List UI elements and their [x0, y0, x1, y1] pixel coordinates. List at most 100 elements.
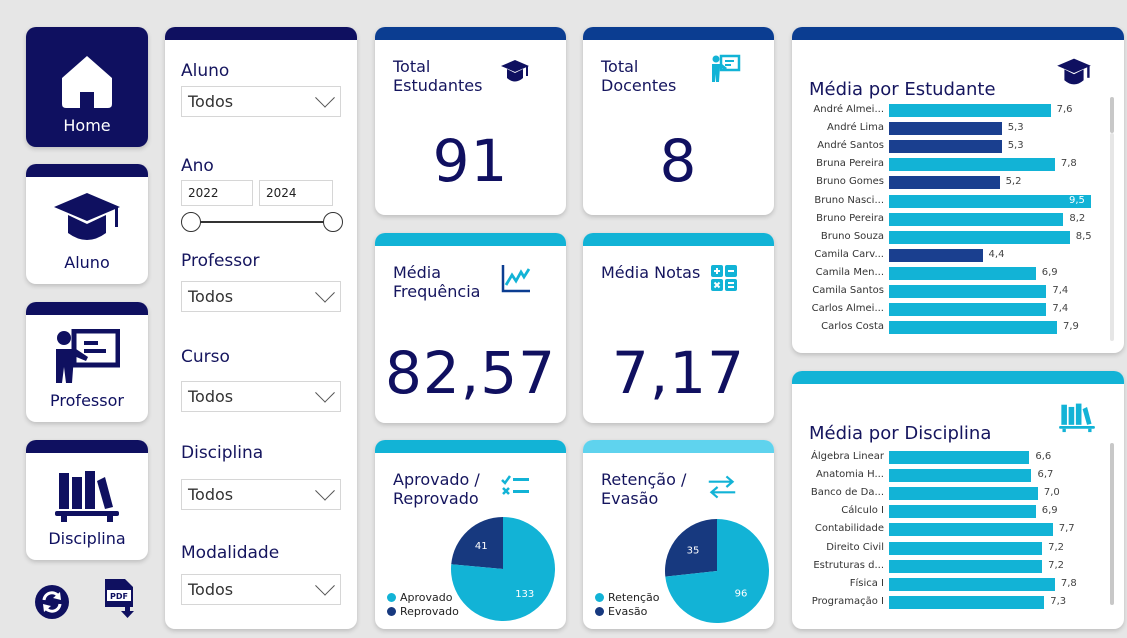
calculator-icon [711, 265, 737, 291]
chevron-down-icon [315, 382, 335, 403]
bar-category-label: André Santos [817, 140, 884, 152]
bar[interactable] [889, 541, 1043, 555]
bar[interactable] [889, 140, 1002, 154]
bar[interactable] [889, 451, 1030, 464]
bar-row[interactable]: Física I 7,8 [792, 575, 1102, 593]
bar-row[interactable]: André Lima 5,3 [792, 119, 1102, 137]
bar[interactable] [889, 523, 1053, 537]
bar-row[interactable]: André Santos 5,3 [792, 137, 1102, 155]
filter-disciplina-label: Disciplina [181, 443, 264, 463]
retencao-evasao-card: Retenção / Evasão 35 96 Retenção Evasão [583, 440, 774, 629]
pie-title: Retenção / Evasão [601, 470, 687, 508]
slider-handle-start[interactable] [181, 212, 201, 232]
nav-disciplina-label: Disciplina [48, 529, 126, 548]
bar-row[interactable]: Banco de Da... 7,0 [792, 484, 1102, 502]
slider-handle-end[interactable] [323, 212, 343, 232]
bar-value-label: 7,2 [1048, 541, 1064, 553]
bar[interactable] [889, 505, 1036, 519]
bar-value-label: 7,3 [1050, 595, 1067, 607]
aprovado-reprovado-card: Aprovado / Reprovado 41 133 Aprovado Repr… [375, 440, 566, 629]
bar-row[interactable]: Bruno Souza 8,5 [792, 228, 1102, 246]
bar-category-label: Contabilidade [814, 523, 884, 535]
pie-legend: Aprovado Reprovado [387, 590, 459, 618]
legend-retencao: Retenção [608, 590, 660, 604]
scrollbar-thumb[interactable] [1110, 443, 1114, 605]
bar-row[interactable]: Carlos Almei... 7,4 [792, 300, 1102, 318]
bar[interactable] [889, 285, 1047, 298]
bar-row[interactable]: Camila Men... 6,9 [792, 264, 1102, 282]
bar-category-label: Bruno Gomes [816, 176, 884, 188]
filter-curso-dropdown[interactable]: Todos [181, 381, 341, 412]
bar-row[interactable]: Bruno Nasci... 9,5 [792, 192, 1102, 210]
filter-modalidade-dropdown[interactable]: Todos [181, 574, 341, 605]
bar[interactable] [889, 266, 1036, 280]
bar[interactable] [889, 577, 1055, 591]
bar-row[interactable]: Carlos Costa 7,9 [792, 318, 1102, 336]
pie-legend: Retenção Evasão [595, 590, 660, 618]
bar[interactable] [889, 230, 1070, 244]
bar[interactable] [889, 321, 1057, 335]
filter-professor-dropdown[interactable]: Todos [181, 281, 341, 312]
bar[interactable] [889, 595, 1045, 609]
bar-row[interactable]: André Almei... 7,6 [792, 101, 1102, 119]
kpi-value: 82,57 [384, 339, 557, 407]
bar-category-label: Bruno Nasci... [814, 194, 884, 206]
bar-value-label: 6,9 [1041, 266, 1058, 278]
nav-aluno-button[interactable]: Aluno [26, 164, 148, 284]
refresh-icon [35, 585, 69, 619]
refresh-button[interactable] [32, 582, 72, 622]
export-pdf-button[interactable]: PDF [100, 578, 140, 618]
nav-aluno-label: Aluno [64, 253, 110, 272]
bar[interactable] [889, 212, 1064, 226]
bar[interactable] [889, 176, 1000, 190]
filter-aluno-dropdown[interactable]: Todos [181, 86, 341, 117]
bar-row[interactable]: Camila Santos 7,4 [792, 282, 1102, 300]
bar-row[interactable]: Contabilidade 7,7 [792, 520, 1102, 538]
bar-row[interactable]: Estruturas d... 7,2 [792, 557, 1102, 575]
bar-category-label: Camila Men... [815, 266, 884, 278]
bar-row[interactable]: Álgebra Linear 6,6 [792, 448, 1102, 466]
bar-value-label: 5,2 [1005, 176, 1022, 188]
pdf-download-icon: PDF [105, 579, 134, 618]
nav-disciplina-button[interactable]: Disciplina [26, 440, 148, 560]
bar[interactable] [889, 469, 1032, 483]
bar-value-label: 7,0 [1043, 487, 1060, 499]
year-range-slider[interactable] [181, 212, 343, 232]
year-from-input[interactable]: 2022 [181, 180, 253, 206]
bar[interactable] [889, 194, 1091, 208]
bar-row[interactable]: Bruno Pereira 8,2 [792, 210, 1102, 228]
bar[interactable] [889, 104, 1051, 117]
kpi-total-docentes: Total Docentes 8 [583, 27, 774, 215]
bar-category-label: Física I [849, 577, 884, 589]
bar-row[interactable]: Programação I 7,3 [792, 593, 1102, 611]
scrollbar-thumb[interactable] [1110, 97, 1114, 133]
bar-row[interactable]: Bruno Gomes 5,2 [792, 173, 1102, 191]
bar[interactable] [889, 303, 1047, 317]
bar-value-label: 4,4 [988, 248, 1005, 260]
scrollbar-track[interactable] [1110, 133, 1114, 341]
bar[interactable] [889, 559, 1043, 573]
filter-aluno-value: Todos [188, 92, 234, 111]
bar-value-label: 6,7 [1037, 469, 1054, 481]
bar-category-label: Estruturas d... [813, 559, 884, 571]
kpi-title: Média Notas [601, 263, 701, 282]
bar-row[interactable]: Camila Carv... 4,4 [792, 246, 1102, 264]
legend-aprovado: Aprovado [400, 590, 453, 604]
bar[interactable] [889, 122, 1002, 136]
nav-professor-button[interactable]: Professor [26, 302, 148, 422]
media-disciplina-bars: Álgebra Linear 6,6 Anatomia H... 6,7 Banco d… [792, 448, 1112, 618]
bar[interactable] [889, 248, 983, 262]
bar-row[interactable]: Direito Civil 7,2 [792, 539, 1102, 557]
graduation-cap-icon [54, 193, 120, 240]
bar-row[interactable]: Bruna Pereira 7,8 [792, 155, 1102, 173]
bar-category-label: Camila Santos [812, 285, 884, 296]
kpi-value: 8 [659, 127, 698, 195]
bar[interactable] [889, 487, 1038, 501]
bar[interactable] [889, 158, 1055, 172]
year-to-input[interactable]: 2024 [259, 180, 333, 206]
nav-home-button[interactable]: Home [26, 27, 148, 147]
bar-row[interactable]: Anatomia H... 6,7 [792, 466, 1102, 484]
bar-row[interactable]: Cálculo I 6,9 [792, 502, 1102, 520]
filter-disciplina-dropdown[interactable]: Todos [181, 479, 341, 510]
media-estudante-card: Média por Estudante André Almei... 7,6 And… [792, 27, 1124, 353]
